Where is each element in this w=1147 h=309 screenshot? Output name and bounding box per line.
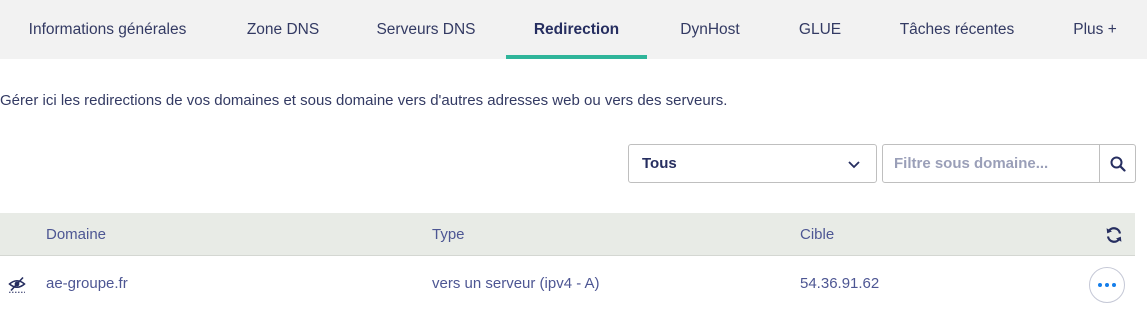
tab-taches-recentes[interactable]: Tâches récentes <box>886 0 1028 59</box>
search-button[interactable] <box>1099 145 1135 182</box>
tab-redirection[interactable]: Redirection <box>506 0 647 59</box>
tab-dynhost[interactable]: DynHost <box>666 0 754 59</box>
eye-slash-icon <box>8 276 26 293</box>
type-select[interactable]: Tous <box>628 144 877 183</box>
row-target: 54.36.91.62 <box>800 275 880 292</box>
chevron-down-icon <box>848 161 860 169</box>
more-icon-dot <box>1112 283 1116 287</box>
row-domain: ae-groupe.fr <box>46 275 128 292</box>
type-select-value: Tous <box>642 155 677 172</box>
refresh-icon[interactable] <box>1105 226 1123 244</box>
tab-serveurs-dns[interactable]: Serveurs DNS <box>364 0 488 59</box>
tab-bar: Informations générales Zone DNS Serveurs… <box>0 0 1147 59</box>
table-header: Domaine Type Cible <box>0 213 1135 256</box>
row-actions-button[interactable] <box>1089 267 1125 303</box>
column-header-domain[interactable]: Domaine <box>46 213 106 256</box>
more-icon-dot <box>1105 283 1109 287</box>
search-icon <box>1110 156 1126 172</box>
column-header-type[interactable]: Type <box>432 213 465 256</box>
tab-zone-dns[interactable]: Zone DNS <box>230 0 336 59</box>
more-icon-dot <box>1098 283 1102 287</box>
subdomain-filter <box>882 144 1136 183</box>
column-header-target[interactable]: Cible <box>800 213 834 256</box>
tab-informations-generales[interactable]: Informations générales <box>12 0 203 59</box>
page-description: Gérer ici les redirections de vos domain… <box>0 92 728 109</box>
subdomain-search-input[interactable] <box>883 145 1099 182</box>
tab-plus[interactable]: Plus + <box>1058 0 1132 59</box>
table-row: ae-groupe.fr vers un serveur (ipv4 - A) … <box>0 257 1147 309</box>
row-type: vers un serveur (ipv4 - A) <box>432 275 600 292</box>
tab-glue[interactable]: GLUE <box>784 0 856 59</box>
